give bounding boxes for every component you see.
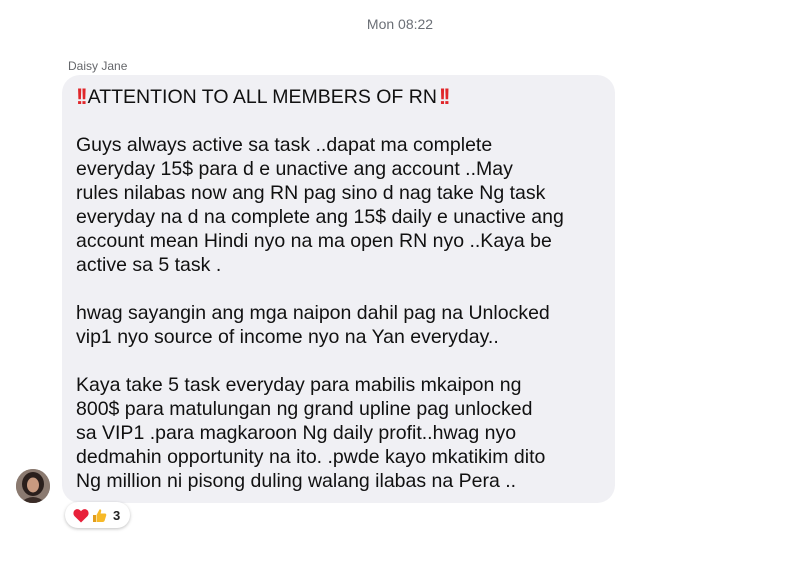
message-line: everyday 15$ para d e unactive ang accou… [76, 158, 513, 180]
message-line: everyday na d na complete ang 15$ daily … [76, 206, 564, 228]
message-line: active sa 5 task . [76, 254, 222, 276]
message-line: hwag sayangin ang mga naipon dahil pag n… [76, 302, 550, 324]
message-bubble[interactable]: !! ATTENTION TO ALL MEMBERS OF RN!! Guys … [62, 75, 615, 503]
sender-name: Daisy Jane [68, 59, 128, 73]
message-line: Kaya take 5 task everyday para mabilis m… [76, 374, 522, 396]
message-title-line: !! ATTENTION TO ALL MEMBERS OF RN!! [76, 85, 601, 109]
message-line: rules nilabas now ang RN pag sino d nag … [76, 182, 546, 204]
reaction-count: 3 [113, 507, 121, 523]
double-exclamation-icon: !! [438, 84, 451, 109]
message-line: vip1 nyo source of income nyo na Yan eve… [76, 326, 499, 348]
message-title: ATTENTION TO ALL MEMBERS OF RN [87, 86, 437, 108]
message-line: dedmahin opportunity na ito. .pwde kayo … [76, 446, 546, 468]
message-timestamp: Mon 08:22 [366, 16, 434, 32]
message-line: Ng million ni pisong duling walang ilaba… [76, 470, 517, 492]
message-paragraph: hwag sayangin ang mga naipon dahil pag n… [76, 301, 601, 349]
message-line: 800$ para matulungan ng grand upline pag… [76, 398, 533, 420]
message-line: account mean Hindi nyo na ma open RN nyo… [76, 230, 552, 252]
message-line: Guys always active sa task ..dapat ma co… [76, 134, 493, 156]
reactions-pill[interactable]: 3 [65, 502, 131, 528]
message-paragraph: Kaya take 5 task everyday para mabilis m… [76, 373, 601, 493]
thumbs-up-icon [92, 508, 107, 523]
heart-icon [73, 508, 89, 523]
message-line: sa VIP1 .para magkaroon Ng daily profit.… [76, 422, 517, 444]
double-exclamation-icon: !! [76, 84, 88, 109]
message-paragraph: Guys always active sa task ..dapat ma co… [76, 133, 601, 277]
sender-avatar[interactable] [16, 469, 50, 503]
